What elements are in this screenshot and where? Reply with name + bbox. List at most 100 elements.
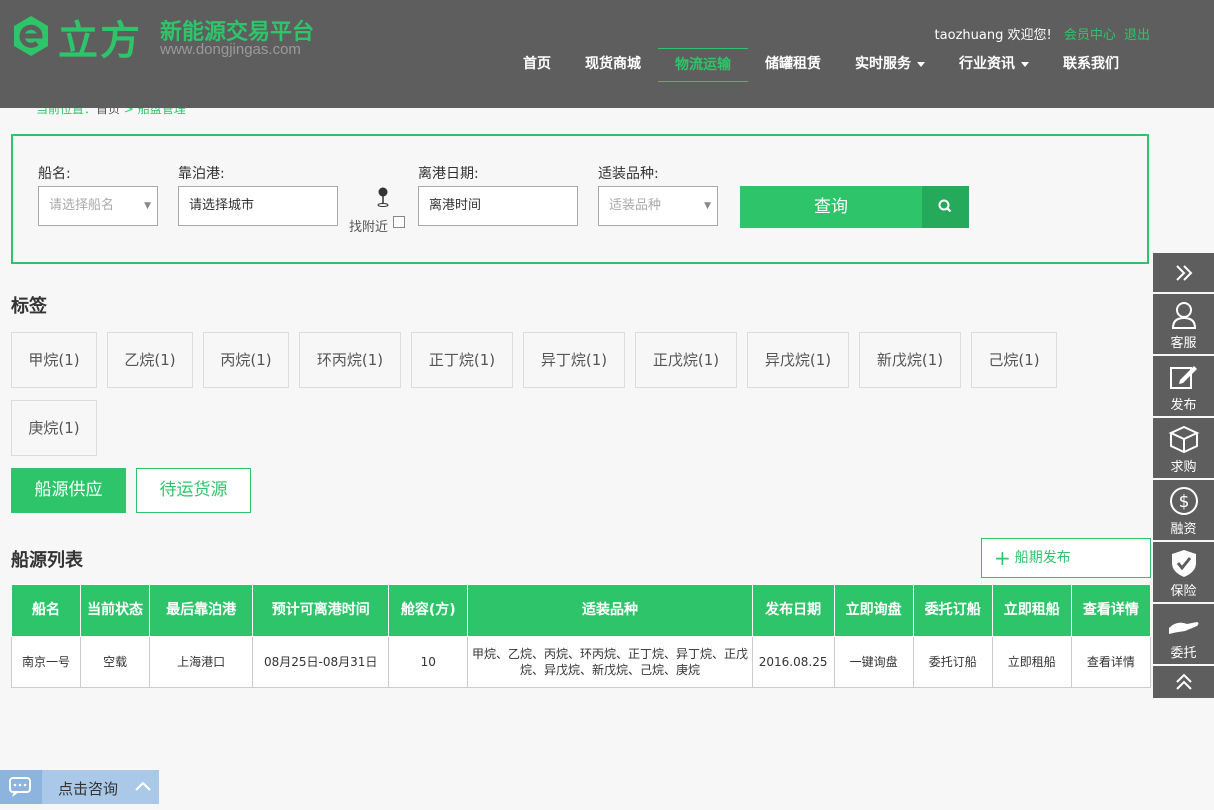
double-chevron-up-icon bbox=[1175, 673, 1192, 690]
cell-last-port: 上海港口 bbox=[149, 636, 254, 688]
double-chevron-right-icon bbox=[1175, 265, 1192, 281]
publish-label: 船期发布 bbox=[1014, 550, 1071, 566]
nearby-checkbox[interactable] bbox=[393, 216, 405, 228]
ship-list-table: 船名 当前状态 最后靠泊港 预计可离港时间 舱容(方) 适装品种 发布日期 立即… bbox=[10, 584, 1152, 688]
book-ship-link[interactable]: 委托订船 bbox=[912, 636, 993, 688]
search-panel: 船名: 请选择船名 ▼ 靠泊港: 请选择城市 找附近 离港日期: 离港时间 适装… bbox=[11, 134, 1149, 264]
col-header: 查看详情 bbox=[1070, 584, 1152, 637]
back-to-top-button[interactable] bbox=[1153, 666, 1214, 698]
pending-cargo-tab[interactable]: 待运货源 bbox=[136, 468, 251, 513]
caret-down-icon bbox=[917, 61, 925, 67]
nav-item-spot-mall[interactable]: 现货商城 bbox=[568, 48, 658, 80]
tag-item[interactable]: 乙烷(1) bbox=[107, 332, 193, 388]
location-pin-icon[interactable] bbox=[376, 186, 390, 208]
cell-departure-window: 08月25日-08月31日 bbox=[252, 636, 390, 688]
welcome-text: 欢迎您! bbox=[1007, 28, 1052, 43]
col-header: 预计可离港时间 bbox=[252, 584, 390, 637]
cell-status: 空载 bbox=[80, 636, 151, 688]
table-row: 南京一号 空载 上海港口 08月25日-08月31日 10 甲烷、乙烷、丙烷、环… bbox=[10, 636, 1152, 688]
chevron-up-icon bbox=[135, 781, 151, 791]
ship-list-heading: 船源列表 bbox=[11, 550, 83, 571]
tag-item[interactable]: 甲烷(1) bbox=[11, 332, 97, 388]
ship-name-select[interactable]: 请选择船名 ▼ bbox=[38, 186, 158, 226]
nav-item-logistics[interactable]: 物流运输 bbox=[658, 48, 748, 82]
tag-item[interactable]: 新戊烷(1) bbox=[859, 332, 961, 388]
publish-schedule-button[interactable]: + 船期发布 bbox=[981, 538, 1151, 578]
edit-icon bbox=[1169, 366, 1197, 389]
port-placeholder: 请选择城市 bbox=[189, 198, 255, 213]
sidebar-item-entrust[interactable]: 委托 bbox=[1153, 604, 1214, 664]
chat-icon bbox=[0, 770, 42, 804]
col-header: 适装品种 bbox=[467, 584, 753, 637]
search-icon bbox=[938, 199, 952, 213]
tag-item[interactable]: 己烷(1) bbox=[971, 332, 1057, 388]
col-header: 发布日期 bbox=[751, 584, 835, 637]
member-center-link[interactable]: 会员中心 bbox=[1064, 28, 1116, 43]
col-header: 立即询盘 bbox=[833, 584, 914, 637]
plus-icon: + bbox=[994, 546, 1011, 570]
box-icon bbox=[1168, 425, 1199, 454]
col-header: 最后靠泊港 bbox=[149, 584, 254, 637]
logout-link[interactable]: 退出 bbox=[1124, 28, 1150, 43]
ship-name-label: 船名: bbox=[38, 166, 71, 182]
nav-item-home[interactable]: 首页 bbox=[506, 48, 568, 80]
nearby-label: 找附近 bbox=[349, 220, 389, 235]
tag-item[interactable]: 环丙烷(1) bbox=[299, 332, 401, 388]
port-input[interactable]: 请选择城市 bbox=[178, 186, 338, 226]
select-arrow-icon: ▼ bbox=[704, 201, 711, 211]
col-header: 舱容(方) bbox=[388, 584, 469, 637]
logo-text[interactable]: 立方 bbox=[58, 8, 142, 66]
table-header-row: 船名 当前状态 最后靠泊港 预计可离港时间 舱容(方) 适装品种 发布日期 立即… bbox=[10, 584, 1152, 637]
col-header: 当前状态 bbox=[80, 584, 151, 637]
tag-item[interactable]: 异戊烷(1) bbox=[747, 332, 849, 388]
tag-item[interactable]: 丙烷(1) bbox=[203, 332, 289, 388]
charter-link[interactable]: 立即租船 bbox=[991, 636, 1072, 688]
cell-ship-name: 南京一号 bbox=[10, 636, 82, 688]
sidebar-item-finance[interactable]: $ 融资 bbox=[1153, 480, 1214, 540]
departure-date-placeholder: 离港时间 bbox=[429, 198, 482, 213]
sidebar-item-purchase[interactable]: 求购 bbox=[1153, 418, 1214, 478]
tag-item[interactable]: 正戊烷(1) bbox=[635, 332, 737, 388]
user-icon bbox=[1171, 302, 1196, 329]
select-arrow-icon: ▼ bbox=[144, 201, 151, 211]
tag-item[interactable]: 正丁烷(1) bbox=[411, 332, 513, 388]
logo-icon[interactable] bbox=[10, 12, 52, 60]
sidebar-item-label: 保险 bbox=[1170, 584, 1197, 599]
main-nav: 首页 现货商城 物流运输 储罐租赁 实时服务 行业资讯 联系我们 bbox=[506, 48, 1136, 82]
cell-publish-date: 2016.08.25 bbox=[751, 636, 835, 688]
port-label: 靠泊港: bbox=[178, 166, 225, 182]
tags-heading: 标签 bbox=[11, 296, 47, 317]
cell-capacity: 10 bbox=[388, 636, 469, 688]
svg-text:$: $ bbox=[1178, 492, 1189, 512]
departure-date-input[interactable]: 离港时间 bbox=[418, 186, 578, 226]
sidebar-collapse-button[interactable] bbox=[1153, 253, 1214, 292]
ship-supply-tab[interactable]: 船源供应 bbox=[11, 468, 126, 513]
nav-item-industry-news[interactable]: 行业资讯 bbox=[942, 48, 1046, 80]
search-button[interactable] bbox=[922, 186, 969, 228]
consult-widget[interactable]: 点击咨询 bbox=[0, 770, 159, 804]
tag-item[interactable]: 异丁烷(1) bbox=[523, 332, 625, 388]
username: taozhuang bbox=[934, 28, 1004, 43]
sidebar-item-publish[interactable]: 发布 bbox=[1153, 356, 1214, 416]
nav-item-realtime-service[interactable]: 实时服务 bbox=[838, 48, 942, 80]
product-label: 适装品种: bbox=[598, 166, 659, 182]
sidebar-item-label: 求购 bbox=[1170, 460, 1197, 475]
shield-check-icon bbox=[1171, 550, 1196, 577]
header: 立方 新能源交易平台 www.dongjingas.com taozhuang … bbox=[0, 0, 1214, 108]
sidebar-item-service[interactable]: 客服 bbox=[1153, 294, 1214, 354]
sidebar-item-insurance[interactable]: 保险 bbox=[1153, 542, 1214, 602]
inquiry-link[interactable]: 一键询盘 bbox=[833, 636, 914, 688]
cell-products: 甲烷、乙烷、丙烷、环丙烷、正丁烷、异丁烷、正戊烷、异戊烷、新戊烷、己烷、庚烷 bbox=[467, 636, 753, 688]
query-button[interactable]: 查询 bbox=[740, 186, 922, 228]
details-link[interactable]: 查看详情 bbox=[1070, 636, 1152, 688]
nav-item-tank-lease[interactable]: 储罐租赁 bbox=[748, 48, 838, 80]
nav-item-contact[interactable]: 联系我们 bbox=[1046, 48, 1136, 80]
col-header: 船名 bbox=[10, 584, 82, 637]
sidebar-item-label: 客服 bbox=[1170, 336, 1197, 351]
col-header: 委托订船 bbox=[912, 584, 993, 637]
tag-item[interactable]: 庚烷(1) bbox=[11, 400, 97, 456]
hand-icon bbox=[1168, 622, 1198, 634]
departure-date-label: 离港日期: bbox=[418, 166, 479, 182]
product-select[interactable]: 适装品种 ▼ bbox=[598, 186, 718, 226]
dollar-icon: $ bbox=[1169, 487, 1198, 515]
